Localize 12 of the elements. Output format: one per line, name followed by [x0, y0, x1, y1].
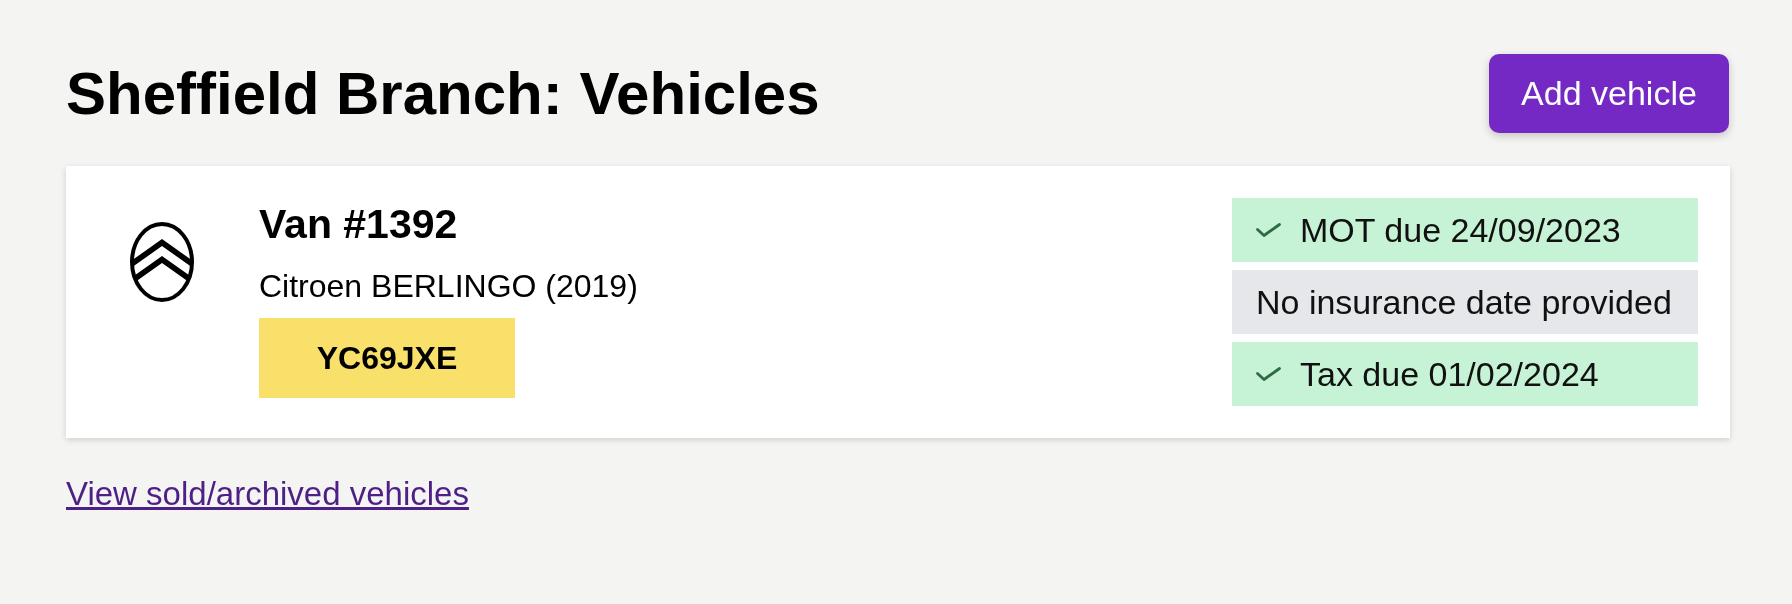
status-text: No insurance date provided: [1256, 282, 1672, 322]
check-icon: [1256, 223, 1281, 237]
page-title: Sheffield Branch: Vehicles: [66, 63, 820, 124]
chevron-emblem-icon: [130, 222, 194, 302]
registration-plate: YC69JXE: [259, 318, 515, 398]
check-icon: [1256, 367, 1281, 381]
status-text: MOT due 24/09/2023: [1300, 210, 1621, 250]
add-vehicle-button[interactable]: Add vehicle: [1489, 54, 1729, 133]
archived-vehicles-link[interactable]: View sold/archived vehicles: [66, 474, 469, 514]
status-text: Tax due 01/02/2024: [1300, 354, 1599, 394]
vehicle-name: Van #1392: [259, 200, 458, 248]
vehicle-model: Citroen BERLINGO (2019): [259, 267, 638, 306]
